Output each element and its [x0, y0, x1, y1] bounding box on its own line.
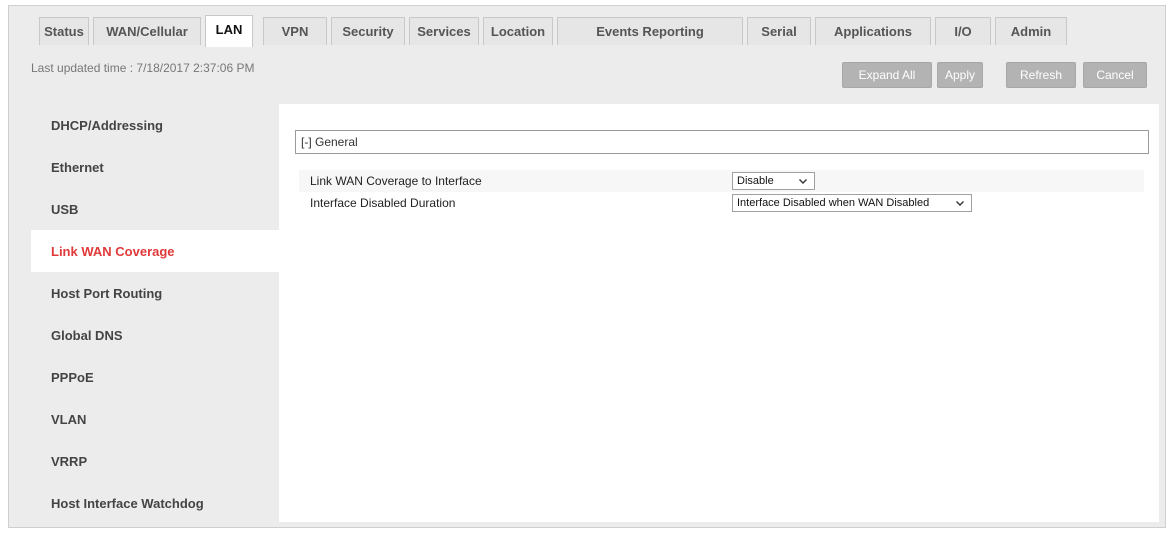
sidebar-item-label: DHCP/Addressing — [51, 117, 163, 133]
sidebar-item-label: Global DNS — [51, 327, 123, 343]
tab-security[interactable]: Security — [331, 17, 405, 45]
field-label: Interface Disabled Duration — [310, 196, 456, 210]
tab-label: WAN/Cellular — [106, 24, 188, 39]
tab-label: LAN — [215, 22, 243, 37]
sidebar-item-host-interface-watchdog[interactable]: Host Interface Watchdog — [31, 482, 279, 524]
sidebar-item-global-dns[interactable]: Global DNS — [31, 314, 279, 356]
sidebar-item-usb[interactable]: USB — [31, 188, 279, 230]
tab-label: Services — [417, 24, 471, 39]
sidebar-item-ethernet[interactable]: Ethernet — [31, 146, 279, 188]
tab-location[interactable]: Location — [483, 17, 553, 45]
tab-wan-cellular[interactable]: WAN/Cellular — [93, 17, 201, 45]
last-updated-text: Last updated time : 7/18/2017 2:37:06 PM — [31, 61, 255, 75]
tab-label: Serial — [761, 24, 797, 39]
sidebar-item-label: Link WAN Coverage — [51, 243, 175, 259]
sidebar-item-pppoe[interactable]: PPPoE — [31, 356, 279, 398]
sidebar-item-label: Ethernet — [51, 159, 104, 175]
field-row-interface-disabled-duration: Interface Disabled Duration Interface Di… — [299, 192, 1144, 214]
tab-services[interactable]: Services — [409, 17, 479, 45]
tab-serial[interactable]: Serial — [747, 17, 811, 45]
tab-label: Location — [490, 24, 546, 39]
sidebar-item-label: USB — [51, 201, 79, 217]
interface-disabled-duration-select[interactable]: Interface Disabled when WAN Disabled — [732, 194, 972, 212]
sidebar-nav: DHCP/Addressing Ethernet USB Link WAN Co… — [31, 104, 279, 524]
refresh-button[interactable]: Refresh — [1006, 62, 1076, 88]
sidebar-item-host-port-routing[interactable]: Host Port Routing — [31, 272, 279, 314]
tab-label: Admin — [1010, 24, 1052, 39]
sidebar-item-vlan[interactable]: VLAN — [31, 398, 279, 440]
chevron-down-icon — [956, 201, 964, 206]
sidebar-item-label: VRRP — [51, 453, 88, 469]
sidebar-item-label: Host Port Routing — [51, 285, 163, 301]
tab-label: Applications — [833, 24, 912, 39]
tab-applications[interactable]: Applications — [815, 17, 931, 45]
tab-status[interactable]: Status — [39, 17, 89, 45]
cancel-button[interactable]: Cancel — [1083, 62, 1147, 88]
content-panel: [-] General Link WAN Coverage to Interfa… — [279, 104, 1159, 522]
chevron-down-icon — [799, 179, 807, 184]
tab-label: Security — [342, 24, 394, 39]
tab-events-reporting[interactable]: Events Reporting — [557, 17, 743, 45]
sidebar-item-label: PPPoE — [51, 369, 94, 385]
tab-lan[interactable]: LAN — [205, 15, 253, 47]
tab-io[interactable]: I/O — [935, 17, 991, 45]
apply-button[interactable]: Apply — [937, 62, 983, 88]
app-frame: Status WAN/Cellular LAN VPN Security Ser… — [8, 5, 1166, 528]
select-value: Interface Disabled when WAN Disabled — [737, 197, 930, 209]
field-label: Link WAN Coverage to Interface — [310, 174, 482, 188]
field-row-link-wan-coverage: Link WAN Coverage to Interface Disable — [299, 170, 1144, 192]
expand-all-button[interactable]: Expand All — [842, 62, 932, 88]
action-toolbar: Expand All Apply Refresh Cancel — [842, 62, 1149, 88]
sidebar-item-link-wan-coverage[interactable]: Link WAN Coverage — [31, 230, 279, 272]
sidebar-item-label: Host Interface Watchdog — [51, 495, 204, 511]
tab-label: Status — [44, 24, 84, 39]
sidebar-item-dhcp-addressing[interactable]: DHCP/Addressing — [31, 104, 279, 146]
select-value: Disable — [737, 175, 774, 187]
sidebar-item-vrrp[interactable]: VRRP — [31, 440, 279, 482]
tab-label: Events Reporting — [596, 24, 704, 39]
tab-label: I/O — [954, 24, 972, 39]
link-wan-coverage-select[interactable]: Disable — [732, 172, 815, 190]
tab-vpn[interactable]: VPN — [263, 17, 327, 45]
general-section-toggle[interactable]: [-] General — [295, 130, 1149, 154]
tab-label: VPN — [281, 24, 309, 39]
sidebar-item-label: VLAN — [51, 411, 87, 427]
tab-admin[interactable]: Admin — [995, 17, 1067, 45]
